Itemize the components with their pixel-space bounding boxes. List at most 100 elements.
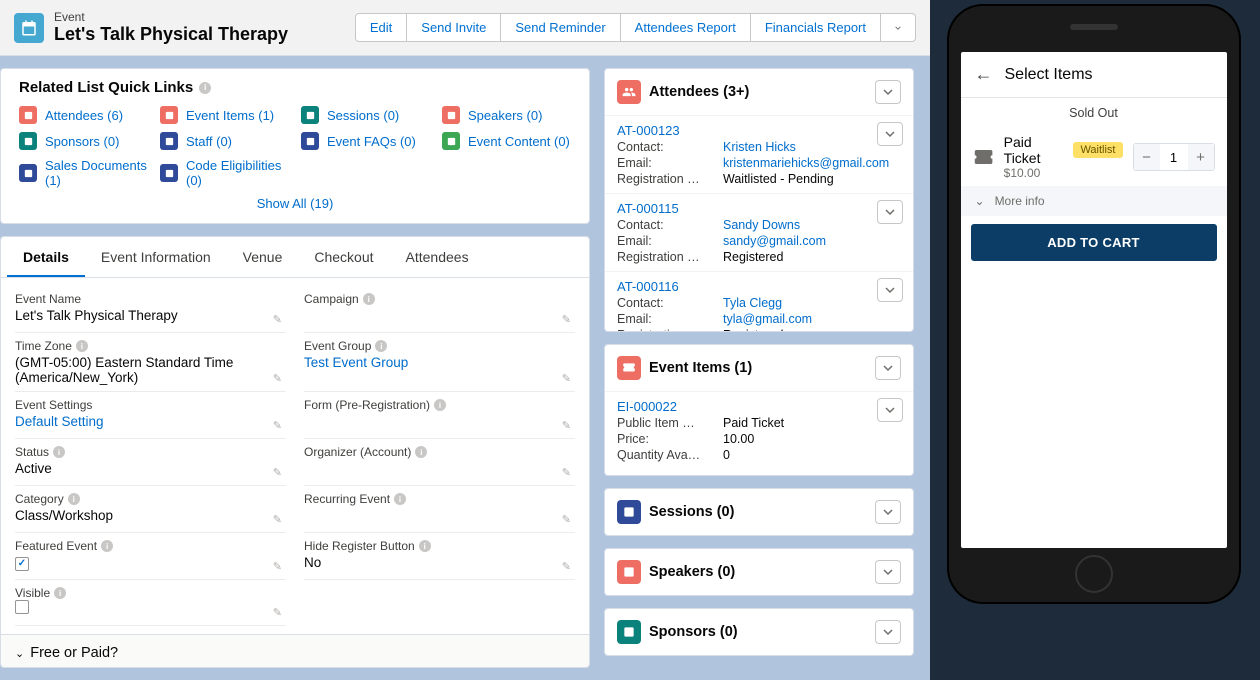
detail-field[interactable]: Event SettingsDefault Setting✎ [15,392,286,439]
detail-field[interactable]: Campaign i✎ [304,286,575,333]
quick-link-label[interactable]: Speakers (0) [468,108,542,123]
info-icon[interactable]: i [199,82,211,94]
pencil-icon[interactable]: ✎ [273,560,282,573]
info-icon[interactable]: i [415,446,427,458]
detail-field[interactable]: Event NameLet's Talk Physical Therapy✎ [15,286,286,333]
contact-link[interactable]: Sandy Downs [723,218,800,232]
tab-event-information[interactable]: Event Information [85,237,227,277]
pencil-icon[interactable]: ✎ [562,560,571,573]
qty-increment-button[interactable]: + [1188,144,1214,170]
widget-menu-button[interactable] [875,620,901,644]
quick-link-label[interactable]: Sponsors (0) [45,134,119,149]
tab-attendees[interactable]: Attendees [390,237,485,277]
contact-link[interactable]: Kristen Hicks [723,140,796,154]
pencil-icon[interactable]: ✎ [562,372,571,385]
checkbox[interactable] [15,557,29,571]
quick-link-label[interactable]: Event Items (1) [186,108,274,123]
detail-field[interactable]: Recurring Event i✎ [304,486,575,533]
quick-link-label[interactable]: Event Content (0) [468,134,570,149]
pencil-icon[interactable]: ✎ [273,606,282,619]
email-link[interactable]: sandy@gmail.com [723,234,826,248]
add-to-cart-button[interactable]: ADD TO CART [971,224,1217,261]
info-icon[interactable]: i [101,540,113,552]
quick-link-label[interactable]: Staff (0) [186,134,232,149]
quick-link-item[interactable]: Attendees (6) [19,106,148,124]
back-arrow-icon[interactable]: ← [975,64,993,85]
edit-button[interactable]: Edit [355,13,407,42]
quick-link-item[interactable]: Sponsors (0) [19,132,148,150]
pencil-icon[interactable]: ✎ [273,419,282,432]
info-icon[interactable]: i [68,493,80,505]
section-free-or-paid[interactable]: ⌄ Free or Paid? [1,634,589,668]
info-icon[interactable]: i [434,399,446,411]
show-all-link[interactable]: Show All (19) [257,196,334,211]
widget-menu-button[interactable] [875,560,901,584]
quick-link-item[interactable]: Sessions (0) [301,106,430,124]
checkbox[interactable] [15,600,29,614]
event-items-menu-button[interactable] [875,356,901,380]
attendee-id-link[interactable]: AT-000115 [617,201,679,216]
attendees-report-button[interactable]: Attendees Report [620,13,751,42]
quick-link-item[interactable]: Speakers (0) [442,106,571,124]
quick-link-icon [301,132,319,150]
quick-link-label[interactable]: Event FAQs (0) [327,134,416,149]
pencil-icon[interactable]: ✎ [273,513,282,526]
detail-field[interactable]: Featured Event i✎ [15,533,286,580]
pencil-icon[interactable]: ✎ [273,372,282,385]
pencil-icon[interactable]: ✎ [273,466,282,479]
email-link[interactable]: kristenmariehicks@gmail.com [723,156,889,170]
quick-link-item[interactable]: Event Content (0) [442,132,571,150]
row-menu-button[interactable] [877,398,903,422]
more-actions-button[interactable] [880,13,916,42]
send-reminder-button[interactable]: Send Reminder [500,13,620,42]
detail-field[interactable]: Time Zone i(GMT-05:00) Eastern Standard … [15,333,286,392]
detail-field[interactable]: Hide Register Button iNo✎ [304,533,575,580]
email-link[interactable]: tyla@gmail.com [723,312,812,326]
quick-link-item[interactable]: Sales Documents (1) [19,158,148,188]
info-icon[interactable]: i [53,446,65,458]
detail-field[interactable]: Event Group iTest Event Group✎ [304,333,575,392]
widget-menu-button[interactable] [875,500,901,524]
financials-report-button[interactable]: Financials Report [750,13,881,42]
pencil-icon[interactable]: ✎ [562,313,571,326]
row-menu-button[interactable] [877,278,903,302]
attendees-menu-button[interactable] [875,80,901,104]
more-info-row[interactable]: ⌄ More info [961,186,1227,216]
info-icon[interactable]: i [76,340,88,352]
quick-link-label[interactable]: Sessions (0) [327,108,399,123]
quick-link-label[interactable]: Code Eligibilities (0) [186,158,289,188]
event-item-id-link[interactable]: EI-000022 [617,399,677,414]
pencil-icon[interactable]: ✎ [562,466,571,479]
detail-field[interactable]: Organizer (Account) i✎ [304,439,575,486]
detail-field[interactable]: Visible i✎ [15,580,286,626]
detail-field[interactable]: Status iActive✎ [15,439,286,486]
detail-field[interactable]: Category iClass/Workshop✎ [15,486,286,533]
quick-link-item[interactable]: Event Items (1) [160,106,289,124]
tab-details[interactable]: Details [7,237,85,277]
row-menu-button[interactable] [877,200,903,224]
quick-link-item[interactable]: Staff (0) [160,132,289,150]
quick-link-label[interactable]: Sales Documents (1) [45,158,148,188]
quick-link-item[interactable]: Code Eligibilities (0) [160,158,289,188]
quick-link-label[interactable]: Attendees (6) [45,108,123,123]
attendee-id-link[interactable]: AT-000123 [617,123,680,138]
pencil-icon[interactable]: ✎ [562,513,571,526]
info-icon[interactable]: i [54,587,66,599]
phone-home-button[interactable] [1075,555,1113,593]
pencil-icon[interactable]: ✎ [562,419,571,432]
tab-venue[interactable]: Venue [227,237,299,277]
tab-checkout[interactable]: Checkout [298,237,389,277]
detail-field[interactable]: Form (Pre-Registration) i✎ [304,392,575,439]
attendee-id-link[interactable]: AT-000116 [617,279,679,294]
info-icon[interactable]: i [419,540,431,552]
event-items-title: Event Items (1) [649,360,752,376]
info-icon[interactable]: i [394,493,406,505]
info-icon[interactable]: i [363,293,375,305]
contact-link[interactable]: Tyla Clegg [723,296,782,310]
send-invite-button[interactable]: Send Invite [406,13,501,42]
row-menu-button[interactable] [877,122,903,146]
qty-decrement-button[interactable]: − [1134,144,1160,170]
quick-link-item[interactable]: Event FAQs (0) [301,132,430,150]
pencil-icon[interactable]: ✎ [273,313,282,326]
info-icon[interactable]: i [375,340,387,352]
